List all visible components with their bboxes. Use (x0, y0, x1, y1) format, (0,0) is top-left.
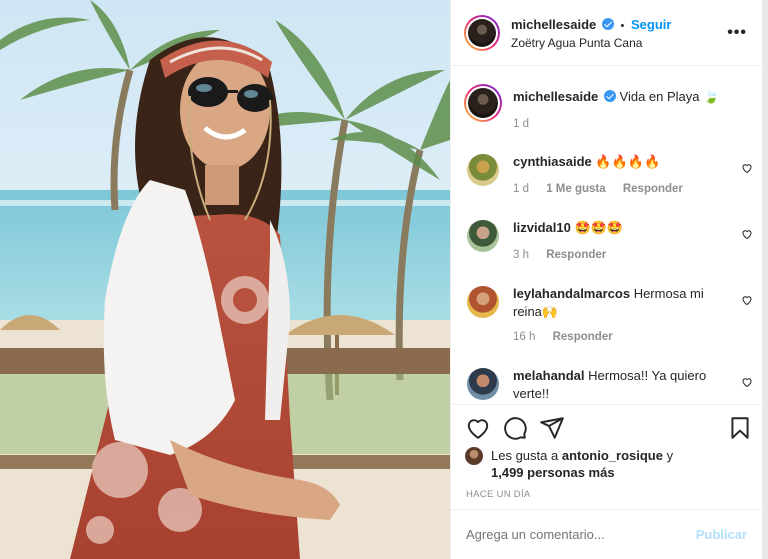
likes-others-link[interactable]: 1,499 personas más (491, 465, 615, 480)
publish-button[interactable]: Publicar (696, 527, 747, 542)
more-dots-icon[interactable]: ••• (727, 24, 747, 42)
follow-button[interactable]: Seguir (631, 17, 671, 32)
comment-like-heart-icon[interactable] (741, 162, 753, 174)
verified-badge-icon (603, 90, 616, 102)
comment-like-heart-icon[interactable] (741, 228, 753, 240)
commenter-avatar[interactable] (467, 286, 499, 318)
likes-prefix: Les gusta a (491, 448, 559, 463)
beach-photo-illustration (0, 0, 450, 559)
liker-avatar[interactable] (465, 447, 483, 465)
comment-like-count[interactable]: 1 Me gusta (546, 183, 605, 195)
post-photo[interactable] (0, 0, 450, 559)
paper-plane-icon[interactable] (539, 415, 565, 441)
comment-composer: Publicar (451, 509, 763, 559)
comment-input[interactable] (466, 527, 676, 542)
heart-icon[interactable] (465, 415, 491, 441)
comment-time[interactable]: 1 d (513, 183, 529, 195)
reply-button[interactable]: Responder (553, 331, 613, 343)
comment-item: cynthiasaide 🔥🔥🔥🔥 1 d 1 Me gusta Respond… (467, 152, 757, 202)
caption-text: Vida en Playa 🍃 (619, 89, 720, 104)
comment-like-heart-icon[interactable] (741, 376, 753, 388)
comment-text: 🔥🔥🔥🔥 (595, 154, 661, 169)
comment-time[interactable]: 3 h (513, 249, 529, 261)
post-caption: michellesaide Vida en Playa 🍃 1 d (464, 84, 757, 136)
comment-time[interactable]: 16 h (513, 331, 535, 343)
post-actions: Les gusta a antonio_rosique y 1,499 pers… (451, 404, 763, 508)
commenter-avatar[interactable] (467, 220, 499, 252)
verified-badge-icon (601, 18, 614, 30)
bookmark-icon[interactable] (727, 415, 753, 441)
caption-author-avatar[interactable] (464, 84, 502, 122)
comment-username[interactable]: leylahandalmarcos (513, 286, 630, 301)
comment-item: lizvidal10 🤩🤩🤩 3 h Responder (467, 218, 757, 268)
comment-item: melahandal Hermosa!! Ya quiero verte!! (467, 366, 757, 404)
header-separator: • (620, 20, 625, 32)
comment-username[interactable]: lizvidal10 (513, 220, 571, 235)
post-timestamp[interactable]: HACE UN DÍA (466, 489, 531, 500)
caption-username[interactable]: michellesaide (513, 89, 598, 104)
caption-time[interactable]: 1 d (513, 118, 529, 130)
post-details-panel: michellesaide • Seguir Zoëtry Agua Punta… (450, 0, 763, 559)
comment-icon[interactable] (502, 415, 528, 441)
liker-username[interactable]: antonio_rosique (562, 448, 663, 463)
comment-like-heart-icon[interactable] (741, 294, 753, 306)
commenter-avatar[interactable] (467, 368, 499, 400)
author-avatar[interactable] (464, 15, 500, 51)
post-location[interactable]: Zoëtry Agua Punta Cana (511, 36, 642, 50)
reply-button[interactable]: Responder (546, 249, 606, 261)
comment-item: leylahandalmarcos Hermosa mi reina🙌 16 h… (467, 284, 757, 346)
commenter-avatar[interactable] (467, 154, 499, 186)
reply-button[interactable]: Responder (623, 183, 683, 195)
likes-joiner: y (666, 448, 674, 463)
comment-username[interactable]: cynthiasaide (513, 154, 592, 169)
author-username[interactable]: michellesaide (511, 17, 596, 32)
comment-text: 🤩🤩🤩 (574, 220, 623, 235)
comment-username[interactable]: melahandal (513, 368, 585, 383)
post-header: michellesaide • Seguir Zoëtry Agua Punta… (451, 0, 763, 66)
